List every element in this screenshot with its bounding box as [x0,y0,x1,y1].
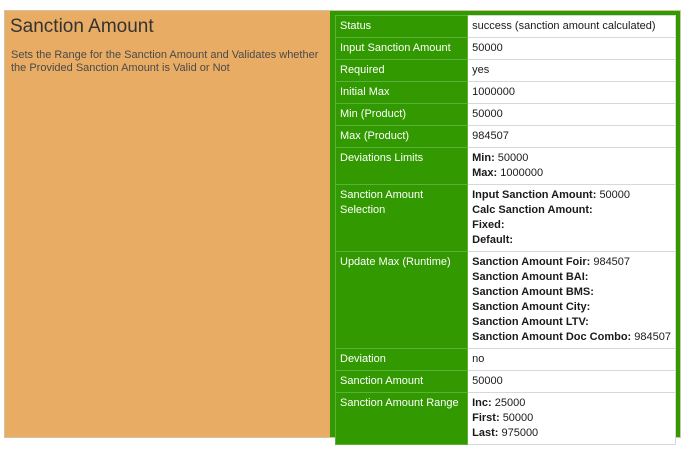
table-row: Sanction Amount Selection Input Sanction … [334,184,676,252]
value-text: 984507 [593,256,631,268]
value-label: Sanction Amount City: [472,301,591,313]
row-key: Initial Max [334,81,469,104]
row-value: 50000 [467,37,676,60]
value-label: Sanction Amount BAI: [472,271,589,283]
value-line: Min: 50000 [472,151,671,166]
details-table: Status success (sanction amount calculate… [334,15,676,445]
value-line: Sanction Amount Doc Combo: 984507 [472,330,671,345]
value-label: Last: [472,427,499,439]
value-line: Sanction Amount City: [472,300,671,315]
value-line: Fixed: [472,218,671,233]
table-row: Deviations Limits Min: 50000 Max: 1000000 [334,147,676,185]
row-key: Update Max (Runtime) [334,251,469,349]
row-value: yes [467,59,676,82]
value-label: Sanction Amount BMS: [472,286,594,298]
row-value: 984507 [467,125,676,148]
row-key: Required [334,59,469,82]
value-label: Calc Sanction Amount: [472,204,593,216]
value-label: Min: [472,152,495,164]
value-label: First: [472,412,500,424]
row-value: 1000000 [467,81,676,104]
value-label: Max: [472,167,498,179]
table-row: Input Sanction Amount 50000 [334,37,676,60]
value-text: 25000 [494,397,526,409]
row-value: Sanction Amount Foir: 984507 Sanction Amo… [467,251,676,349]
row-value: Min: 50000 Max: 1000000 [467,147,676,185]
value-text: 1000000 [500,167,544,179]
sanction-amount-panel: Sanction Amount Sets the Range for the S… [4,10,681,445]
value-line: Calc Sanction Amount: [472,203,671,218]
row-value: no [467,348,676,371]
table-row: Required yes [334,59,676,82]
value-label: Sanction Amount Foir: [472,256,591,268]
value-label: Input Sanction Amount: [472,189,597,201]
value-line: Default: [472,233,671,248]
value-text: 50000 [497,152,529,164]
value-text: 50000 [599,189,631,201]
value-label: Sanction Amount Doc Combo: [472,331,632,343]
value-label: Inc: [472,397,492,409]
value-line: Sanction Amount BAI: [472,270,671,285]
row-value: 50000 [467,103,676,126]
table-row: Max (Product) 984507 [334,125,676,148]
value-text: 975000 [501,427,539,439]
row-key: Status [334,15,469,38]
row-value: success (sanction amount calculated) [467,15,676,38]
value-line: Last: 975000 [472,426,671,441]
value-line: Inc: 25000 [472,396,671,411]
row-key: Sanction Amount Range [334,392,469,445]
row-value: 50000 [467,370,676,393]
page-title: Sanction Amount [10,16,154,37]
value-line: Sanction Amount LTV: [472,315,671,330]
value-line: Max: 1000000 [472,166,671,181]
row-key: Max (Product) [334,125,469,148]
table-row: Sanction Amount Range Inc: 25000 First: 50… [334,392,676,445]
row-key: Deviations Limits [334,147,469,185]
value-label: Default: [472,234,514,246]
table-row: Update Max (Runtime) Sanction Amount Foir… [334,251,676,349]
row-key: Min (Product) [334,103,469,126]
row-key: Deviation [334,348,469,371]
row-value: Input Sanction Amount: 50000 Calc Sanctio… [467,184,676,252]
info-section: Sanction Amount Sets the Range for the S… [9,15,327,75]
table-row: Initial Max 1000000 [334,81,676,104]
value-label: Sanction Amount LTV: [472,316,589,328]
value-text: 50000 [502,412,534,424]
page-description: Sets the Range for the Sanction Amount a… [11,49,319,74]
row-key: Input Sanction Amount [334,37,469,60]
value-line: First: 50000 [472,411,671,426]
row-value: Inc: 25000 First: 50000 Last: 975000 [467,392,676,445]
value-line: Sanction Amount BMS: [472,285,671,300]
table-row: Deviation no [334,348,676,371]
table-row: Min (Product) 50000 [334,103,676,126]
details-container: Status success (sanction amount calculate… [330,11,680,445]
row-key: Sanction Amount [334,370,469,393]
value-text: 984507 [634,331,671,343]
table-row: Status success (sanction amount calculate… [334,15,676,38]
value-label: Fixed: [472,219,505,231]
value-line: Input Sanction Amount: 50000 [472,188,671,203]
value-line: Sanction Amount Foir: 984507 [472,255,671,270]
table-row: Sanction Amount 50000 [334,370,676,393]
row-key: Sanction Amount Selection [334,184,469,252]
